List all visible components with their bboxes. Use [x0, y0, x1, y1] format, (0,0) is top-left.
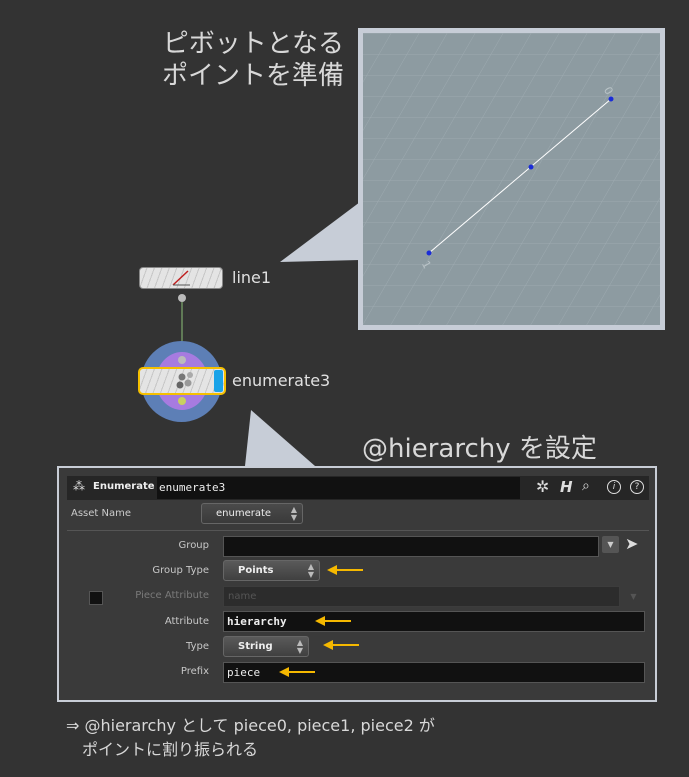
group-type-dropdown[interactable]: Points ▲ ▼ — [223, 560, 320, 581]
node-name-value: enumerate3 — [159, 481, 226, 494]
enumerate-input-dot — [178, 356, 186, 364]
arrow-prefix — [279, 667, 315, 677]
info-icon[interactable]: i — [607, 480, 621, 494]
callout-top: ピボットとなる ポイントを準備 — [120, 28, 344, 92]
line-sop-icon — [172, 270, 190, 286]
piece-attribute-label: Piece Attribute — [135, 590, 209, 601]
asset-name-value: enumerate — [216, 508, 272, 519]
point-2 — [426, 250, 432, 256]
piece-attribute-field: name — [223, 586, 620, 607]
type-label: Type — [186, 641, 209, 652]
group-dropdown-button[interactable]: ▼ — [602, 536, 619, 553]
viewport-grid: 0 1 — [363, 33, 660, 325]
help-icon[interactable]: ? — [630, 480, 644, 494]
footnote-line2: ポイントに割り振られる — [82, 740, 259, 759]
parameter-panel: ⁂ Enumerate enumerate3 ✲ H ⌕ i ? Asset N… — [57, 466, 657, 702]
updown-icon: ▲ ▼ — [290, 505, 297, 522]
enumerate-type-icon: ⁂ — [73, 479, 85, 493]
line1-node[interactable] — [139, 267, 223, 289]
panel-divider — [67, 530, 649, 531]
updown-icon: ▲ ▼ — [307, 562, 314, 579]
enumerate-output-dot — [178, 397, 186, 405]
group-type-value: Points — [238, 565, 274, 576]
footnote-line1: ⇒ @hierarchy として piece0, piece1, piece2 … — [66, 716, 435, 735]
prefix-label: Prefix — [180, 666, 209, 677]
callout-pointer-mid — [245, 410, 315, 466]
callout-top-line2: ポイントを準備 — [161, 61, 344, 91]
callout-top-line1: ピボットとなる — [162, 29, 344, 59]
node-type-label: Enumerate — [93, 481, 155, 492]
callout-mid: @hierarchy を設定 — [362, 434, 597, 464]
panel-titlebar: ⁂ Enumerate enumerate3 ✲ H ⌕ i ? — [67, 476, 649, 500]
footnote: ⇒ @hierarchy として piece0, piece1, piece2 … — [66, 714, 435, 762]
attribute-value: hierarchy — [227, 615, 287, 628]
group-label: Group — [178, 540, 209, 551]
enumerate-node[interactable] — [138, 367, 226, 395]
node-name-field[interactable]: enumerate3 — [157, 477, 520, 499]
arrow-group-type — [327, 565, 363, 575]
asset-name-dropdown[interactable]: enumerate ▲ ▼ — [201, 503, 303, 524]
point-1 — [528, 164, 534, 170]
help-h-icon[interactable]: H — [560, 478, 573, 496]
updown-icon: ▲ ▼ — [296, 638, 303, 655]
enumerate-node-label: enumerate3 — [232, 371, 331, 390]
piece-attribute-dropdown-button: ▼ — [625, 588, 642, 605]
type-value: String — [238, 641, 273, 652]
piece-attribute-placeholder: name — [228, 591, 257, 602]
viewport-3d[interactable]: 0 1 — [363, 33, 660, 325]
callout-pointer-top — [280, 202, 360, 262]
type-dropdown[interactable]: String ▲ ▼ — [223, 636, 309, 657]
asset-name-label: Asset Name — [71, 508, 132, 519]
prefix-value: piece — [227, 666, 261, 679]
arrow-type — [323, 640, 359, 650]
enumerate-sop-icon — [176, 372, 193, 389]
attribute-field[interactable]: hierarchy — [223, 611, 645, 632]
line1-node-label: line1 — [232, 268, 272, 287]
gear-icon[interactable]: ✲ — [536, 477, 549, 496]
select-arrow-icon[interactable]: ➤ — [625, 534, 638, 553]
group-field[interactable] — [223, 536, 599, 557]
point-0 — [608, 96, 614, 102]
attribute-label: Attribute — [164, 616, 209, 627]
group-type-label: Group Type — [152, 565, 209, 576]
viewport-frame: 0 1 — [358, 28, 665, 330]
arrow-attribute — [315, 616, 351, 626]
search-icon[interactable]: ⌕ — [582, 478, 590, 494]
